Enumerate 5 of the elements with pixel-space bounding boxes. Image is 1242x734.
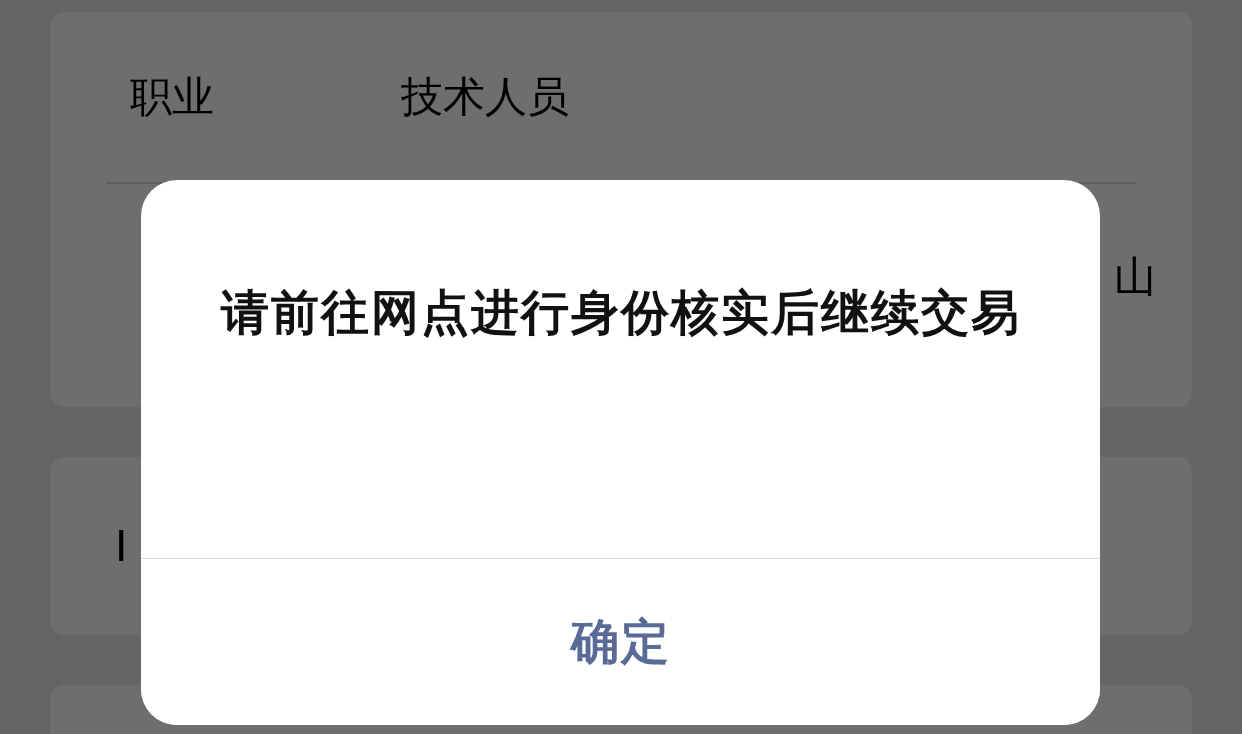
card-text: I: [115, 521, 128, 571]
field-value: 山: [1114, 251, 1156, 303]
dialog-message: 请前往网点进行身份核实后继续交易: [220, 283, 1021, 342]
field-label: 职业: [129, 71, 215, 123]
field-value: 技术人员: [401, 71, 569, 123]
